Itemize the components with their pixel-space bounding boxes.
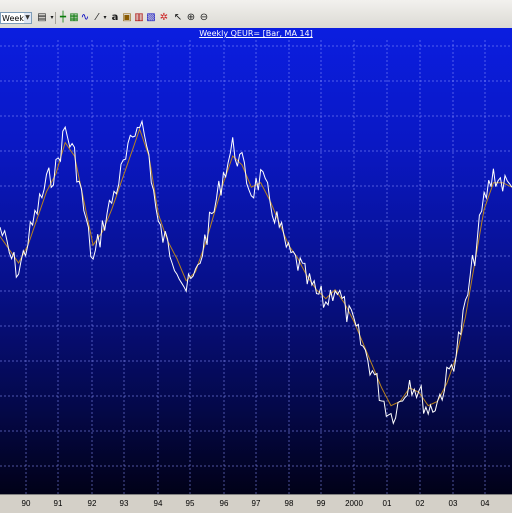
line-study-icon[interactable]: ∿ — [79, 12, 91, 24]
lock-icon[interactable]: ▣ — [121, 12, 133, 24]
x-tick-label: 90 — [21, 499, 31, 508]
x-tick-label: 02 — [415, 499, 425, 508]
x-tick-label: 01 — [382, 499, 392, 508]
x-tick-label: 04 — [480, 499, 490, 508]
chart-toolbar: Weekly ▼ ▤ ▾ ┿ ▦ ∿ ⁄ ▾ a ▣ ▥ ▧ ✲ ↖ ⊕ ⊖ — [0, 0, 512, 29]
x-tick-label: 91 — [53, 499, 63, 508]
x-tick-label: 98 — [284, 499, 294, 508]
toolbar-separator — [55, 12, 56, 24]
x-tick-label: 96 — [219, 499, 229, 508]
x-tick-label: 94 — [153, 499, 163, 508]
chart-title: Weekly QEUR= [Bar, MA 14] — [199, 29, 313, 38]
x-tick-label: 95 — [185, 499, 195, 508]
x-tick-label: 99 — [316, 499, 326, 508]
x-tick-label: 03 — [448, 499, 458, 508]
zoom-in-icon[interactable]: ⊕ — [185, 12, 197, 24]
price-chart — [0, 40, 512, 494]
zoom-out-icon[interactable]: ⊖ — [198, 12, 210, 24]
x-tick-label: 2000 — [345, 499, 363, 508]
zoom-box-icon[interactable]: ▧ — [145, 12, 157, 24]
x-tick-label: 92 — [87, 499, 97, 508]
candlestick-icon[interactable]: ▥ — [133, 12, 145, 24]
period-select[interactable]: Weekly ▼ — [0, 12, 32, 24]
refresh-icon[interactable]: ✲ — [158, 12, 170, 24]
chevron-down-icon[interactable]: ▼ — [24, 13, 31, 23]
text-tool-icon[interactable]: a — [109, 12, 121, 24]
pointer-icon[interactable]: ↖ — [172, 12, 184, 24]
chart-area[interactable] — [0, 28, 512, 494]
x-tick-label: 93 — [119, 499, 129, 508]
chart-grid — [0, 40, 512, 494]
x-tick-label: 97 — [251, 499, 261, 508]
